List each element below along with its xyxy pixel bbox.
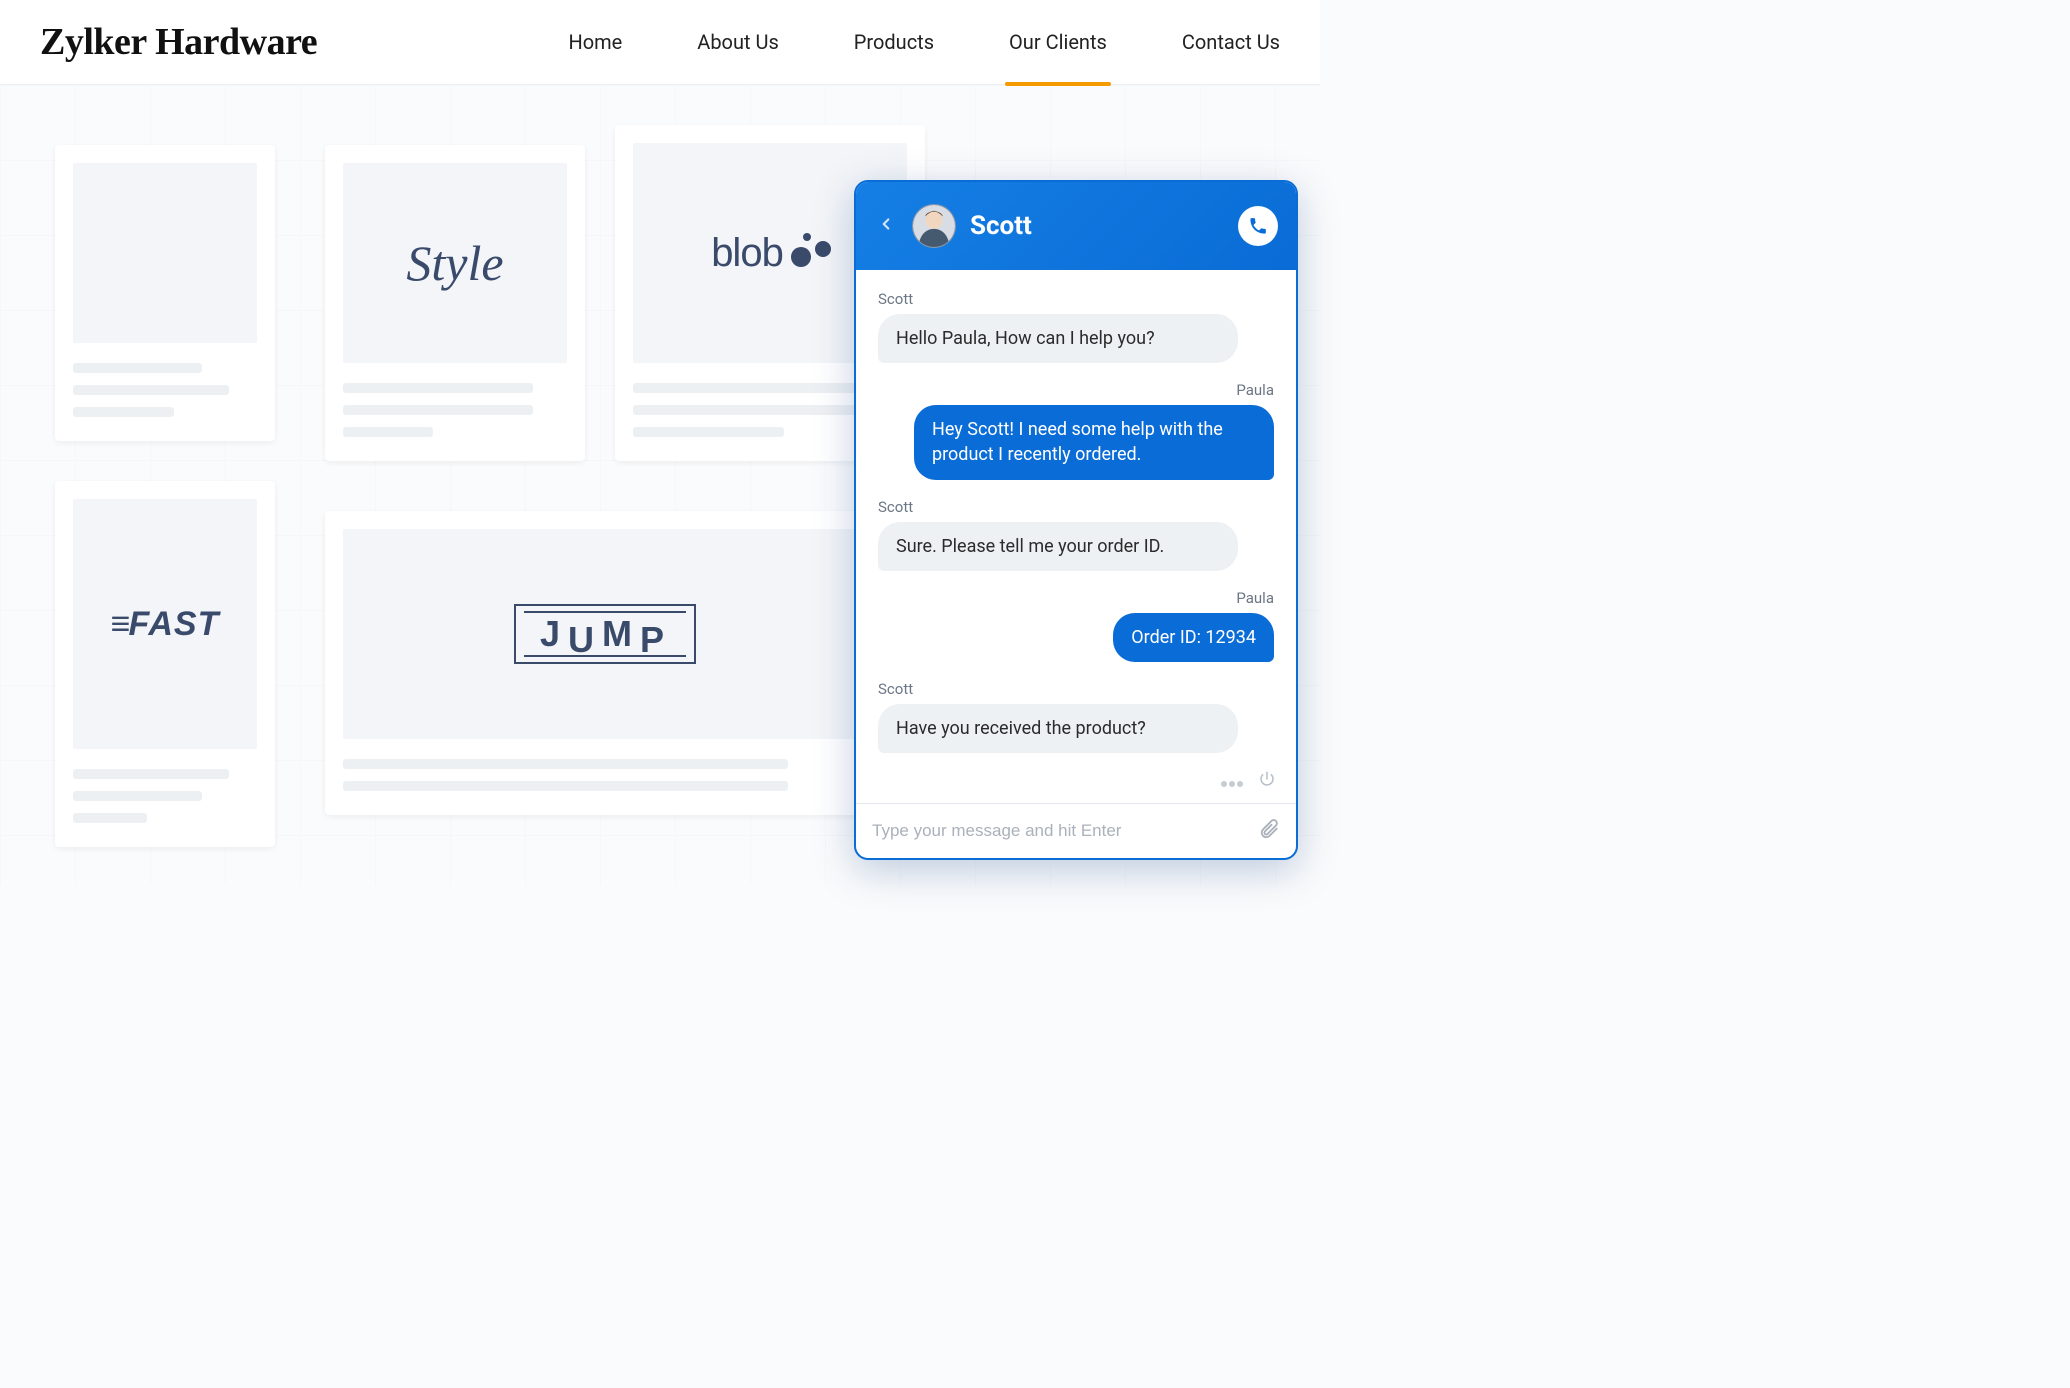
- message-bubble: Order ID: 12934: [1113, 613, 1274, 662]
- logo-style-text: Style: [406, 234, 503, 292]
- chat-more-button[interactable]: [1220, 772, 1244, 791]
- message-author: Scott: [878, 290, 1274, 308]
- chat-header: Scott: [856, 182, 1296, 270]
- text-placeholder: [73, 813, 147, 823]
- chat-message: Scott Hello Paula, How can I help you?: [878, 290, 1274, 363]
- chat-input-bar: [856, 803, 1296, 858]
- text-placeholder: [633, 383, 866, 393]
- nav-home[interactable]: Home: [568, 0, 622, 84]
- chevron-left-icon: [877, 215, 895, 233]
- message-bubble: Have you received the product?: [878, 704, 1238, 753]
- agent-avatar: [912, 204, 956, 248]
- client-logo-style: Style: [343, 163, 567, 363]
- message-bubble: Hello Paula, How can I help you?: [878, 314, 1238, 363]
- client-card-style: Style: [325, 145, 585, 461]
- chat-back-button[interactable]: [874, 214, 898, 239]
- message-author: Paula: [1236, 381, 1274, 399]
- text-placeholder: [343, 781, 788, 791]
- logo-blob-text: blob: [711, 231, 783, 276]
- text-placeholder: [633, 405, 866, 415]
- chat-message: Scott Have you received the product?: [878, 680, 1274, 753]
- phone-icon: [1248, 216, 1268, 236]
- chat-call-button[interactable]: [1238, 206, 1278, 246]
- chat-message: Paula Hey Scott! I need some help with t…: [878, 381, 1274, 479]
- text-placeholder: [633, 427, 784, 437]
- logo-fast: ≡FAST: [111, 605, 220, 644]
- client-logo-placeholder: [73, 163, 257, 343]
- text-placeholder: [343, 759, 788, 769]
- client-card-jump: JUMP: [325, 511, 885, 815]
- chat-widget: Scott Scott Hello Paula, How can I help …: [854, 180, 1298, 860]
- top-nav: Home About Us Products Our Clients Conta…: [568, 0, 1280, 84]
- nav-our-clients[interactable]: Our Clients: [1009, 0, 1107, 84]
- client-logo-jump: JUMP: [343, 529, 867, 739]
- chat-body[interactable]: Scott Hello Paula, How can I help you? P…: [856, 270, 1296, 764]
- text-placeholder: [73, 769, 229, 779]
- chat-toolbar: [856, 764, 1296, 803]
- chat-attach-button[interactable]: [1258, 818, 1280, 844]
- logo-jump: JUMP: [514, 604, 696, 664]
- text-placeholder: [343, 383, 533, 393]
- text-placeholder: [343, 427, 433, 437]
- text-placeholder: [73, 791, 202, 801]
- logo-blob-dots-icon: [789, 233, 829, 273]
- message-author: Paula: [1236, 589, 1274, 607]
- message-author: Scott: [878, 680, 1274, 698]
- client-card-placeholder: [55, 145, 275, 441]
- message-bubble: Hey Scott! I need some help with the pro…: [914, 405, 1274, 479]
- chat-message-input[interactable]: [872, 821, 1246, 841]
- nav-contact-us[interactable]: Contact Us: [1182, 0, 1280, 84]
- site-header: Zylker Hardware Home About Us Products O…: [0, 0, 1320, 85]
- logo-blob: blob: [711, 231, 829, 276]
- nav-products[interactable]: Products: [854, 0, 934, 84]
- brand-logo: Zylker Hardware: [40, 20, 317, 64]
- chat-end-session-button[interactable]: [1258, 770, 1276, 793]
- chat-message: Paula Order ID: 12934: [878, 589, 1274, 662]
- chat-message: Scott Sure. Please tell me your order ID…: [878, 498, 1274, 571]
- paperclip-icon: [1258, 818, 1280, 840]
- message-author: Scott: [878, 498, 1274, 516]
- text-placeholder: [73, 385, 229, 395]
- text-placeholder: [343, 405, 533, 415]
- client-logo-fast: ≡FAST: [73, 499, 257, 749]
- nav-about-us[interactable]: About Us: [697, 0, 779, 84]
- client-card-fast: ≡FAST: [55, 481, 275, 847]
- agent-name: Scott: [970, 211, 1032, 241]
- text-placeholder: [73, 407, 174, 417]
- logo-fast-text: FAST: [128, 605, 219, 643]
- message-bubble: Sure. Please tell me your order ID.: [878, 522, 1238, 571]
- power-icon: [1258, 770, 1276, 788]
- text-placeholder: [73, 363, 202, 373]
- speed-lines-icon: ≡: [111, 605, 125, 644]
